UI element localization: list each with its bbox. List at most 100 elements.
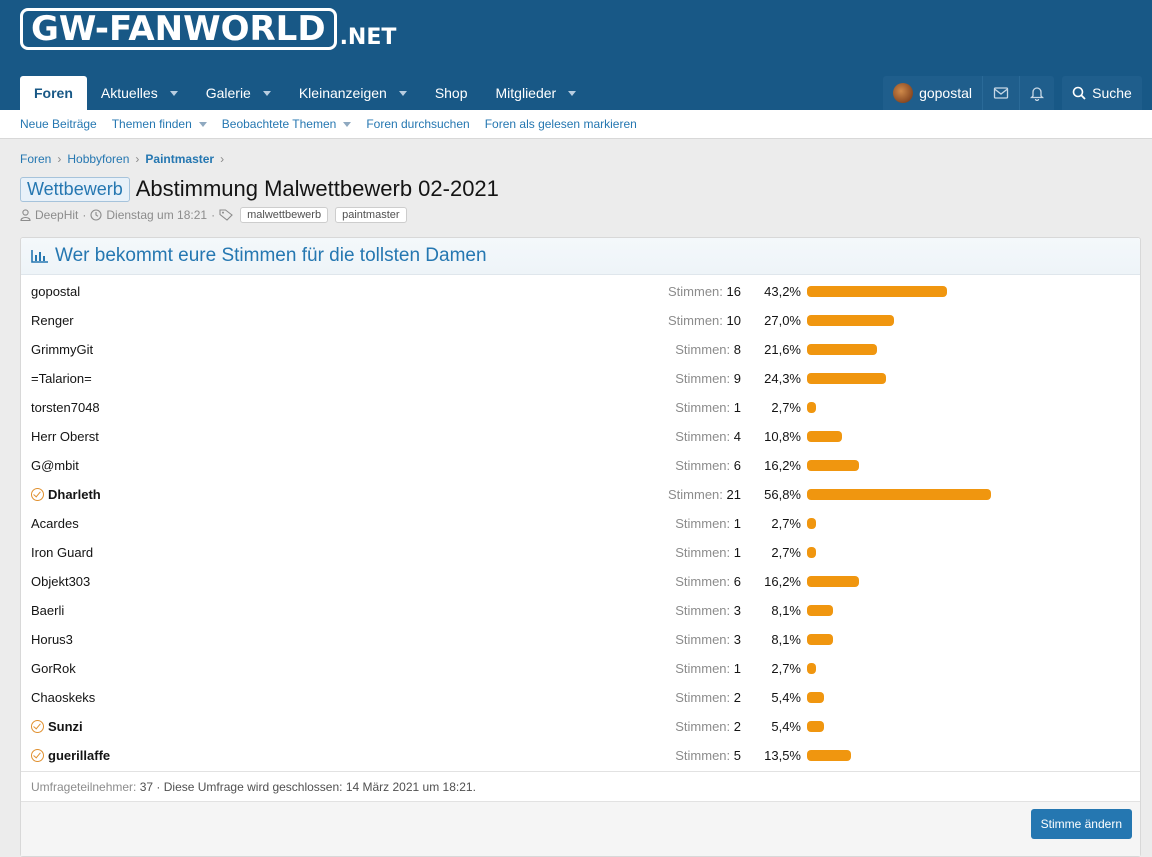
avatar [893, 83, 914, 103]
check-circle-icon [31, 488, 44, 501]
poll-option-percent: 8,1% [771, 603, 801, 618]
poll-option-label: GrimmyGit [31, 342, 94, 357]
poll-option-percent: 2,7% [771, 516, 801, 531]
nav-tab-shop[interactable]: Shop [421, 76, 482, 110]
subnav-search-forums[interactable]: Foren durchsuchen [366, 117, 469, 131]
poll-option-name: torsten7048 [31, 400, 641, 415]
account-button[interactable]: gopostal [883, 76, 983, 110]
poll-bar [807, 489, 992, 500]
thread-author[interactable]: DeepHit [35, 208, 78, 222]
chevron-down-icon[interactable] [568, 90, 577, 96]
tag-paintmaster[interactable]: paintmaster [335, 207, 407, 223]
breadcrumb-paintmaster[interactable]: Paintmaster [145, 152, 214, 166]
alerts-button[interactable] [1020, 76, 1054, 110]
chevron-down-icon[interactable] [198, 121, 207, 127]
tag-icon [219, 209, 233, 221]
poll-bar [807, 402, 816, 413]
chevron-down-icon[interactable] [398, 90, 407, 96]
poll-bar-track [807, 315, 1137, 326]
breadcrumb-hobbyforen[interactable]: Hobbyforen [67, 152, 129, 166]
poll-bar-track [807, 634, 1137, 645]
check-circle-icon [31, 720, 44, 733]
tag-malwettbewerb[interactable]: malwettbewerb [240, 207, 329, 223]
poll-option-label: G@mbit [31, 458, 79, 473]
check-circle-icon [31, 749, 44, 762]
search-button[interactable]: Suche [1062, 76, 1142, 110]
poll-option-votes: Stimmen: 1 [641, 661, 741, 676]
poll-option-votes: Stimmen: 5 [641, 748, 741, 763]
subnav-watched-threads[interactable]: Beobachtete Themen [222, 117, 352, 131]
nav-tab-foren[interactable]: Foren [20, 76, 87, 110]
poll-row: Renger Stimmen: 10 27,0% [21, 306, 1140, 335]
poll-row: Dharleth Stimmen: 21 56,8% [21, 480, 1140, 509]
poll-row: Sunzi Stimmen: 2 5,4% [21, 712, 1140, 741]
poll-option-percent: 8,1% [771, 632, 801, 647]
search-label: Suche [1092, 85, 1132, 101]
nav-tab-label: Foren [34, 85, 73, 101]
votes-label: Stimmen: [668, 487, 723, 502]
clock-icon [90, 209, 102, 221]
votes-label: Stimmen: [675, 719, 731, 734]
chevron-down-icon[interactable] [343, 121, 352, 127]
subnav-find-threads[interactable]: Themen finden [112, 117, 207, 131]
poll-option-name: Baerli [31, 603, 641, 618]
breadcrumb-foren[interactable]: Foren [20, 152, 51, 166]
votes-label: Stimmen: [675, 371, 731, 386]
votes-count: 3 [733, 603, 741, 618]
poll-option-percent: 21,6% [764, 342, 801, 357]
poll-bar-track [807, 518, 1137, 529]
votes-label: Stimmen: [675, 429, 731, 444]
poll-option-label: Chaoskeks [31, 690, 96, 705]
nav-tab-kleinanzeigen[interactable]: Kleinanzeigen [285, 76, 421, 110]
poll-option-label: Herr Oberst [31, 429, 99, 444]
votes-count: 1 [733, 400, 741, 415]
subnav-mark-read[interactable]: Foren als gelesen markieren [485, 117, 637, 131]
thread-prefix[interactable]: Wettbewerb [20, 176, 130, 202]
participants-count: 37 [139, 779, 154, 794]
site-logo[interactable]: GW-FANWORLD .NET [20, 6, 396, 50]
poll-bar [807, 721, 825, 732]
poll-bar [807, 431, 842, 442]
votes-count: 2 [733, 719, 741, 734]
inbox-button[interactable] [983, 76, 1020, 110]
nav-tab-label: Kleinanzeigen [298, 85, 387, 101]
votes-count: 6 [733, 458, 741, 473]
votes-label: Stimmen: [675, 458, 731, 473]
chevron-down-icon[interactable] [169, 90, 178, 96]
meta-separator: · [211, 208, 216, 222]
votes-count: 16 [726, 284, 741, 299]
poll-option-label: guerillaffe [48, 748, 111, 763]
nav-tab-galerie[interactable]: Galerie [192, 76, 285, 110]
votes-count: 1 [733, 516, 741, 531]
chevron-down-icon[interactable] [262, 90, 271, 96]
subnav-new-posts[interactable]: Neue Beiträge [20, 117, 97, 131]
nav-tab-mitglieder[interactable]: Mitglieder [482, 76, 591, 110]
poll-option-votes: Stimmen: 3 [641, 632, 741, 647]
poll-bar [807, 663, 816, 674]
poll-option-percent: 24,3% [764, 371, 801, 386]
logo-suffix: .NET [339, 25, 397, 50]
poll-row: Acardes Stimmen: 1 2,7% [21, 509, 1140, 538]
breadcrumb: Foren › Hobbyforen › Paintmaster › [20, 152, 224, 166]
poll-row: =Talarion= Stimmen: 9 24,3% [21, 364, 1140, 393]
change-vote-button[interactable]: Stimme ändern [1030, 809, 1132, 839]
poll-option-name: Acardes [31, 516, 641, 531]
thread-date[interactable]: Dienstag um 18:21 [106, 208, 207, 222]
poll-footer: Umfrageteilnehmer: 37 · Diese Umfrage wi… [21, 771, 1140, 801]
poll-row: G@mbit Stimmen: 6 16,2% [21, 451, 1140, 480]
votes-label: Stimmen: [675, 400, 731, 415]
poll-row: gopostal Stimmen: 16 43,2% [21, 277, 1140, 306]
poll-bar-track [807, 286, 1137, 297]
poll-option-name: gopostal [31, 284, 641, 299]
poll-option-percent: 43,2% [764, 284, 801, 299]
votes-label: Stimmen: [675, 748, 731, 763]
poll-option-votes: Stimmen: 3 [641, 603, 741, 618]
poll-bar [807, 460, 860, 471]
poll-option-votes: Stimmen: 6 [641, 458, 741, 473]
nav-tab-aktuelles[interactable]: Aktuelles [87, 76, 192, 110]
subnav-label: Foren als gelesen markieren [484, 117, 637, 131]
nav-tab-label: Aktuelles [100, 85, 158, 101]
poll-bar-track [807, 605, 1137, 616]
poll-option-label: =Talarion= [31, 371, 92, 386]
poll-bar [807, 692, 825, 703]
